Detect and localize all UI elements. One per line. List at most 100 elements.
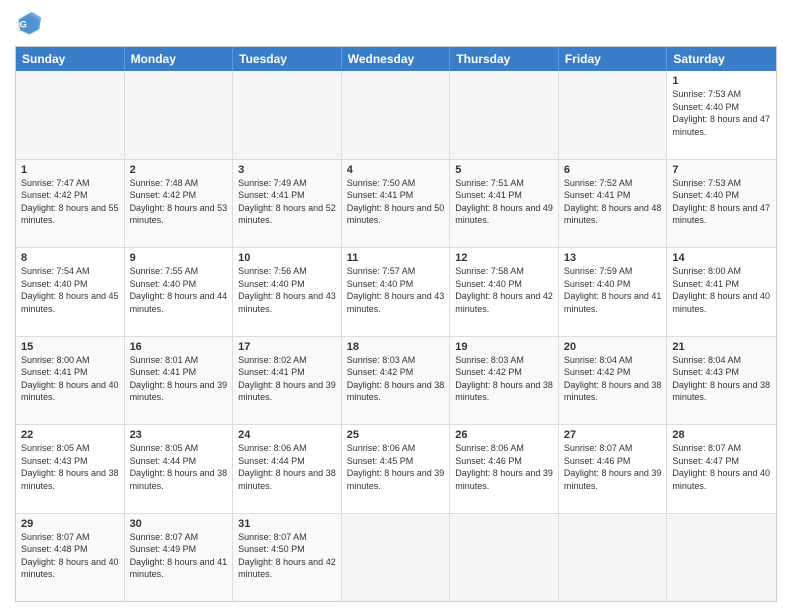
day-info: Sunrise: 8:04 AMSunset: 4:43 PMDaylight:… [672, 354, 771, 404]
day-number: 6 [564, 164, 662, 176]
day-cell-10: 10Sunrise: 7:56 AMSunset: 4:40 PMDayligh… [233, 248, 342, 336]
day-number: 11 [347, 252, 445, 264]
day-number: 31 [238, 518, 336, 530]
day-cell-16: 16Sunrise: 8:01 AMSunset: 4:41 PMDayligh… [125, 337, 234, 425]
calendar-week-5: 22Sunrise: 8:05 AMSunset: 4:43 PMDayligh… [16, 424, 776, 513]
day-info: Sunrise: 7:54 AMSunset: 4:40 PMDaylight:… [21, 265, 119, 315]
day-cell-4: 4Sunrise: 7:50 AMSunset: 4:41 PMDaylight… [342, 160, 451, 248]
day-info: Sunrise: 7:53 AMSunset: 4:40 PMDaylight:… [672, 177, 771, 227]
day-cell-1: 1Sunrise: 7:47 AMSunset: 4:42 PMDaylight… [16, 160, 125, 248]
day-info: Sunrise: 7:48 AMSunset: 4:42 PMDaylight:… [130, 177, 228, 227]
header-day-tuesday: Tuesday [233, 47, 342, 71]
empty-cell [233, 71, 342, 159]
header-day-saturday: Saturday [667, 47, 776, 71]
day-info: Sunrise: 8:01 AMSunset: 4:41 PMDaylight:… [130, 354, 228, 404]
header-day-friday: Friday [559, 47, 668, 71]
day-number: 24 [238, 429, 336, 441]
day-info: Sunrise: 8:06 AMSunset: 4:44 PMDaylight:… [238, 442, 336, 492]
calendar-week-4: 15Sunrise: 8:00 AMSunset: 4:41 PMDayligh… [16, 336, 776, 425]
day-number: 9 [130, 252, 228, 264]
header-day-thursday: Thursday [450, 47, 559, 71]
day-cell-19: 19Sunrise: 8:03 AMSunset: 4:42 PMDayligh… [450, 337, 559, 425]
empty-cell [342, 514, 451, 602]
empty-cell [559, 514, 668, 602]
day-info: Sunrise: 7:53 AMSunset: 4:40 PMDaylight:… [672, 88, 771, 138]
calendar: SundayMondayTuesdayWednesdayThursdayFrid… [15, 46, 777, 602]
day-info: Sunrise: 7:47 AMSunset: 4:42 PMDaylight:… [21, 177, 119, 227]
day-info: Sunrise: 8:03 AMSunset: 4:42 PMDaylight:… [455, 354, 553, 404]
day-cell-28: 28Sunrise: 8:07 AMSunset: 4:47 PMDayligh… [667, 425, 776, 513]
day-info: Sunrise: 7:51 AMSunset: 4:41 PMDaylight:… [455, 177, 553, 227]
day-number: 13 [564, 252, 662, 264]
day-cell-20: 20Sunrise: 8:04 AMSunset: 4:42 PMDayligh… [559, 337, 668, 425]
day-cell-15: 15Sunrise: 8:00 AMSunset: 4:41 PMDayligh… [16, 337, 125, 425]
day-info: Sunrise: 8:02 AMSunset: 4:41 PMDaylight:… [238, 354, 336, 404]
day-number: 1 [21, 164, 119, 176]
empty-cell [450, 71, 559, 159]
day-number: 3 [238, 164, 336, 176]
day-number: 18 [347, 341, 445, 353]
calendar-body: 1Sunrise: 7:53 AMSunset: 4:40 PMDaylight… [16, 71, 776, 601]
day-info: Sunrise: 8:05 AMSunset: 4:44 PMDaylight:… [130, 442, 228, 492]
empty-cell [559, 71, 668, 159]
day-cell-14: 14Sunrise: 8:00 AMSunset: 4:41 PMDayligh… [667, 248, 776, 336]
logo-icon: G [15, 10, 43, 38]
day-info: Sunrise: 8:04 AMSunset: 4:42 PMDaylight:… [564, 354, 662, 404]
day-number: 8 [21, 252, 119, 264]
day-cell-23: 23Sunrise: 8:05 AMSunset: 4:44 PMDayligh… [125, 425, 234, 513]
day-cell-25: 25Sunrise: 8:06 AMSunset: 4:45 PMDayligh… [342, 425, 451, 513]
day-info: Sunrise: 8:03 AMSunset: 4:42 PMDaylight:… [347, 354, 445, 404]
day-number: 15 [21, 341, 119, 353]
empty-cell [342, 71, 451, 159]
day-cell-24: 24Sunrise: 8:06 AMSunset: 4:44 PMDayligh… [233, 425, 342, 513]
day-cell-30: 30Sunrise: 8:07 AMSunset: 4:49 PMDayligh… [125, 514, 234, 602]
day-number: 28 [672, 429, 771, 441]
day-number: 29 [21, 518, 119, 530]
calendar-week-6: 29Sunrise: 8:07 AMSunset: 4:48 PMDayligh… [16, 513, 776, 602]
day-number: 21 [672, 341, 771, 353]
calendar-week-1: 1Sunrise: 7:53 AMSunset: 4:40 PMDaylight… [16, 71, 776, 159]
day-number: 20 [564, 341, 662, 353]
day-cell-13: 13Sunrise: 7:59 AMSunset: 4:40 PMDayligh… [559, 248, 668, 336]
day-info: Sunrise: 7:59 AMSunset: 4:40 PMDaylight:… [564, 265, 662, 315]
day-number: 12 [455, 252, 553, 264]
day-number: 25 [347, 429, 445, 441]
day-number: 10 [238, 252, 336, 264]
day-cell-18: 18Sunrise: 8:03 AMSunset: 4:42 PMDayligh… [342, 337, 451, 425]
svg-text:G: G [20, 20, 27, 30]
day-info: Sunrise: 8:07 AMSunset: 4:47 PMDaylight:… [672, 442, 771, 492]
day-cell-26: 26Sunrise: 8:06 AMSunset: 4:46 PMDayligh… [450, 425, 559, 513]
day-cell-6: 6Sunrise: 7:52 AMSunset: 4:41 PMDaylight… [559, 160, 668, 248]
calendar-header: SundayMondayTuesdayWednesdayThursdayFrid… [16, 47, 776, 71]
day-number: 16 [130, 341, 228, 353]
day-cell-1: 1Sunrise: 7:53 AMSunset: 4:40 PMDaylight… [667, 71, 776, 159]
day-cell-2: 2Sunrise: 7:48 AMSunset: 4:42 PMDaylight… [125, 160, 234, 248]
day-cell-8: 8Sunrise: 7:54 AMSunset: 4:40 PMDaylight… [16, 248, 125, 336]
empty-cell [667, 514, 776, 602]
day-number: 14 [672, 252, 771, 264]
day-info: Sunrise: 8:00 AMSunset: 4:41 PMDaylight:… [21, 354, 119, 404]
day-cell-22: 22Sunrise: 8:05 AMSunset: 4:43 PMDayligh… [16, 425, 125, 513]
header-day-monday: Monday [125, 47, 234, 71]
day-number: 1 [672, 75, 771, 87]
day-info: Sunrise: 8:07 AMSunset: 4:50 PMDaylight:… [238, 531, 336, 581]
header-day-wednesday: Wednesday [342, 47, 451, 71]
day-number: 27 [564, 429, 662, 441]
day-info: Sunrise: 7:56 AMSunset: 4:40 PMDaylight:… [238, 265, 336, 315]
empty-cell [16, 71, 125, 159]
day-number: 5 [455, 164, 553, 176]
empty-cell [450, 514, 559, 602]
day-number: 2 [130, 164, 228, 176]
day-cell-3: 3Sunrise: 7:49 AMSunset: 4:41 PMDaylight… [233, 160, 342, 248]
day-info: Sunrise: 8:07 AMSunset: 4:49 PMDaylight:… [130, 531, 228, 581]
day-number: 23 [130, 429, 228, 441]
day-info: Sunrise: 7:50 AMSunset: 4:41 PMDaylight:… [347, 177, 445, 227]
day-cell-31: 31Sunrise: 8:07 AMSunset: 4:50 PMDayligh… [233, 514, 342, 602]
day-number: 7 [672, 164, 771, 176]
day-info: Sunrise: 8:00 AMSunset: 4:41 PMDaylight:… [672, 265, 771, 315]
empty-cell [125, 71, 234, 159]
day-number: 19 [455, 341, 553, 353]
day-cell-7: 7Sunrise: 7:53 AMSunset: 4:40 PMDaylight… [667, 160, 776, 248]
day-info: Sunrise: 7:49 AMSunset: 4:41 PMDaylight:… [238, 177, 336, 227]
day-cell-5: 5Sunrise: 7:51 AMSunset: 4:41 PMDaylight… [450, 160, 559, 248]
